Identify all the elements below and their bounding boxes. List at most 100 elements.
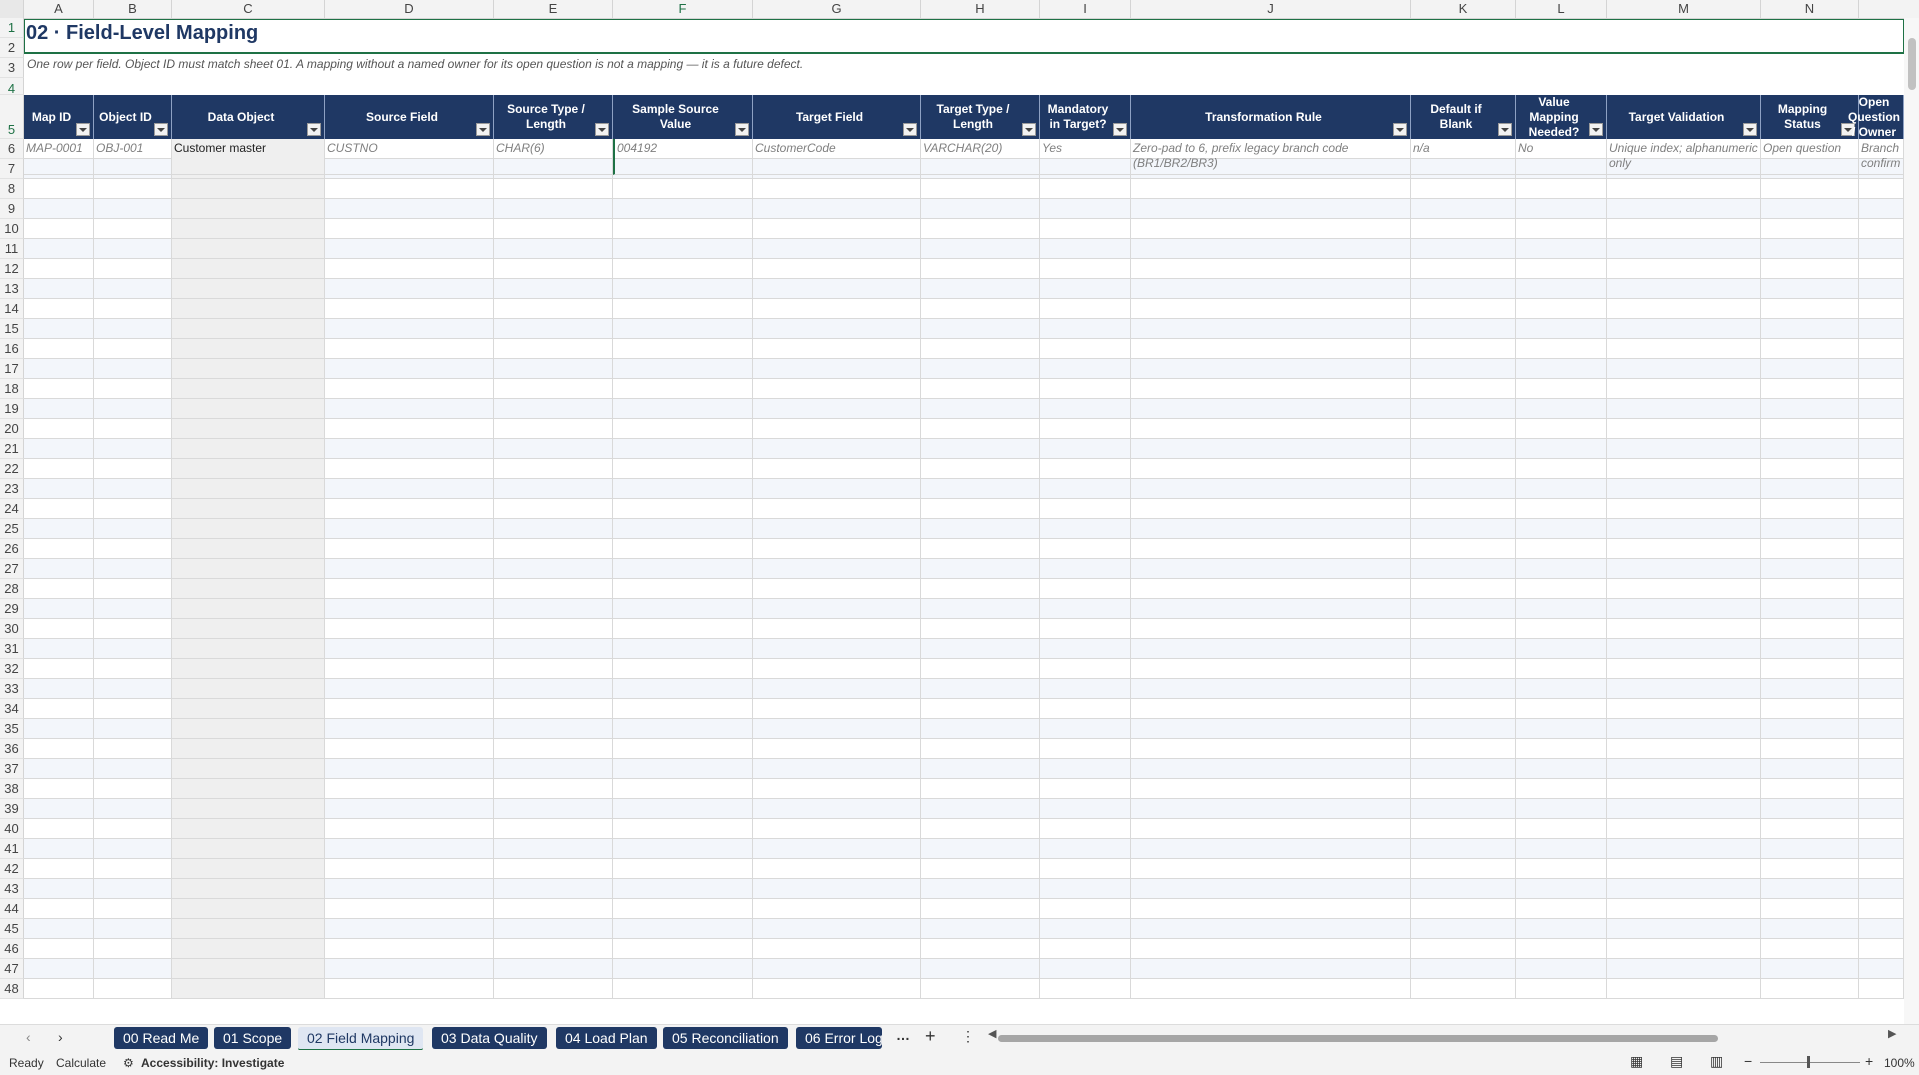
table-cell[interactable] xyxy=(325,339,494,359)
table-cell[interactable] xyxy=(1607,519,1761,539)
table-cell[interactable] xyxy=(1411,979,1516,999)
table-cell[interactable] xyxy=(1516,839,1607,859)
table-cell[interactable] xyxy=(1040,819,1131,839)
row-header[interactable]: 27 xyxy=(0,559,24,579)
select-all-corner[interactable] xyxy=(0,0,24,18)
table-cell[interactable] xyxy=(1859,339,1904,359)
table-cell[interactable] xyxy=(921,899,1040,919)
row-header[interactable]: 3 xyxy=(0,58,24,78)
table-cell[interactable] xyxy=(1516,979,1607,999)
table-cell[interactable] xyxy=(494,619,613,639)
table-cell[interactable] xyxy=(1761,519,1859,539)
table-cell[interactable] xyxy=(1411,859,1516,879)
table-cell[interactable] xyxy=(494,419,613,439)
table-cell[interactable] xyxy=(1607,619,1761,639)
table-cell[interactable] xyxy=(1761,339,1859,359)
table-cell[interactable] xyxy=(1761,459,1859,479)
table-cell[interactable] xyxy=(1040,539,1131,559)
row-header[interactable]: 29 xyxy=(0,599,24,619)
table-cell[interactable] xyxy=(1516,539,1607,559)
table-cell[interactable] xyxy=(1411,699,1516,719)
table-cell[interactable] xyxy=(1040,759,1131,779)
table-cell[interactable] xyxy=(1040,899,1131,919)
table-cell[interactable] xyxy=(1131,419,1411,439)
table-cell[interactable] xyxy=(1516,479,1607,499)
table-cell[interactable] xyxy=(1040,719,1131,739)
table-cell[interactable] xyxy=(753,339,921,359)
table-cell[interactable] xyxy=(753,319,921,339)
table-cell[interactable] xyxy=(753,759,921,779)
table-cell[interactable] xyxy=(753,619,921,639)
table-cell[interactable] xyxy=(24,979,94,999)
table-cell[interactable] xyxy=(1761,479,1859,499)
table-cell[interactable] xyxy=(94,219,172,239)
table-cell[interactable] xyxy=(325,819,494,839)
table-cell[interactable] xyxy=(172,519,325,539)
chevron-right-icon[interactable]: › xyxy=(58,1029,63,1045)
table-cell[interactable] xyxy=(753,819,921,839)
table-cell[interactable] xyxy=(1040,259,1131,279)
table-cell[interactable] xyxy=(494,199,613,219)
table-cell[interactable] xyxy=(1040,219,1131,239)
table-cell[interactable] xyxy=(1761,759,1859,779)
table-cell[interactable] xyxy=(1859,239,1904,259)
normal-view-icon[interactable]: ▦ xyxy=(1630,1053,1643,1070)
table-cell[interactable] xyxy=(1411,239,1516,259)
table-cell[interactable] xyxy=(1131,859,1411,879)
table-cell[interactable] xyxy=(613,799,753,819)
filter-dropdown-icon[interactable] xyxy=(735,123,749,136)
table-cell[interactable] xyxy=(1761,959,1859,979)
table-cell[interactable] xyxy=(24,859,94,879)
table-cell[interactable] xyxy=(1516,399,1607,419)
table-cell[interactable] xyxy=(613,879,753,899)
filter-dropdown-icon[interactable] xyxy=(154,123,168,136)
table-cell[interactable] xyxy=(94,179,172,199)
table-cell[interactable] xyxy=(172,279,325,299)
table-cell[interactable] xyxy=(325,319,494,339)
row-header[interactable]: 1 xyxy=(0,18,24,38)
table-cell[interactable] xyxy=(1411,899,1516,919)
table-cell[interactable] xyxy=(172,879,325,899)
row-header[interactable]: 7 xyxy=(0,159,24,179)
table-cell[interactable] xyxy=(1131,879,1411,899)
table-cell[interactable] xyxy=(1516,719,1607,739)
table-cell[interactable] xyxy=(1516,299,1607,319)
table-cell[interactable] xyxy=(1761,639,1859,659)
table-cell[interactable] xyxy=(494,259,613,279)
table-cell[interactable] xyxy=(1040,239,1131,259)
table-cell[interactable] xyxy=(753,599,921,619)
row-header[interactable]: 19 xyxy=(0,399,24,419)
table-cell[interactable] xyxy=(1131,779,1411,799)
table-cell[interactable] xyxy=(494,939,613,959)
row-header[interactable]: 8 xyxy=(0,179,24,199)
table-cell[interactable] xyxy=(1516,379,1607,399)
table-cell[interactable] xyxy=(1859,979,1904,999)
row-header[interactable]: 35 xyxy=(0,719,24,739)
table-cell[interactable] xyxy=(94,939,172,959)
table-cell[interactable] xyxy=(494,859,613,879)
table-cell[interactable] xyxy=(1607,939,1761,959)
table-cell[interactable] xyxy=(1761,399,1859,419)
table-cell[interactable] xyxy=(613,959,753,979)
zoom-out-icon[interactable]: − xyxy=(1744,1053,1752,1069)
table-cell[interactable] xyxy=(921,859,1040,879)
table-cell[interactable] xyxy=(753,859,921,879)
table-cell[interactable]: MAP-0001 xyxy=(24,139,94,175)
table-cell[interactable] xyxy=(325,179,494,199)
column-header-n[interactable]: N xyxy=(1761,0,1859,18)
table-cell[interactable] xyxy=(1040,699,1131,719)
table-cell[interactable] xyxy=(1859,439,1904,459)
table-cell[interactable] xyxy=(494,779,613,799)
table-cell[interactable] xyxy=(24,699,94,719)
table-cell[interactable] xyxy=(1607,799,1761,819)
table-cell[interactable] xyxy=(1607,479,1761,499)
horizontal-scrollbar[interactable]: ◀ ▶ xyxy=(988,1028,1896,1045)
table-cell[interactable] xyxy=(613,719,753,739)
table-cell[interactable] xyxy=(24,519,94,539)
table-cell[interactable] xyxy=(172,739,325,759)
table-cell[interactable] xyxy=(172,479,325,499)
row-header[interactable]: 44 xyxy=(0,899,24,919)
table-cell[interactable] xyxy=(1040,459,1131,479)
table-cell[interactable] xyxy=(1131,299,1411,319)
table-cell[interactable] xyxy=(94,899,172,919)
